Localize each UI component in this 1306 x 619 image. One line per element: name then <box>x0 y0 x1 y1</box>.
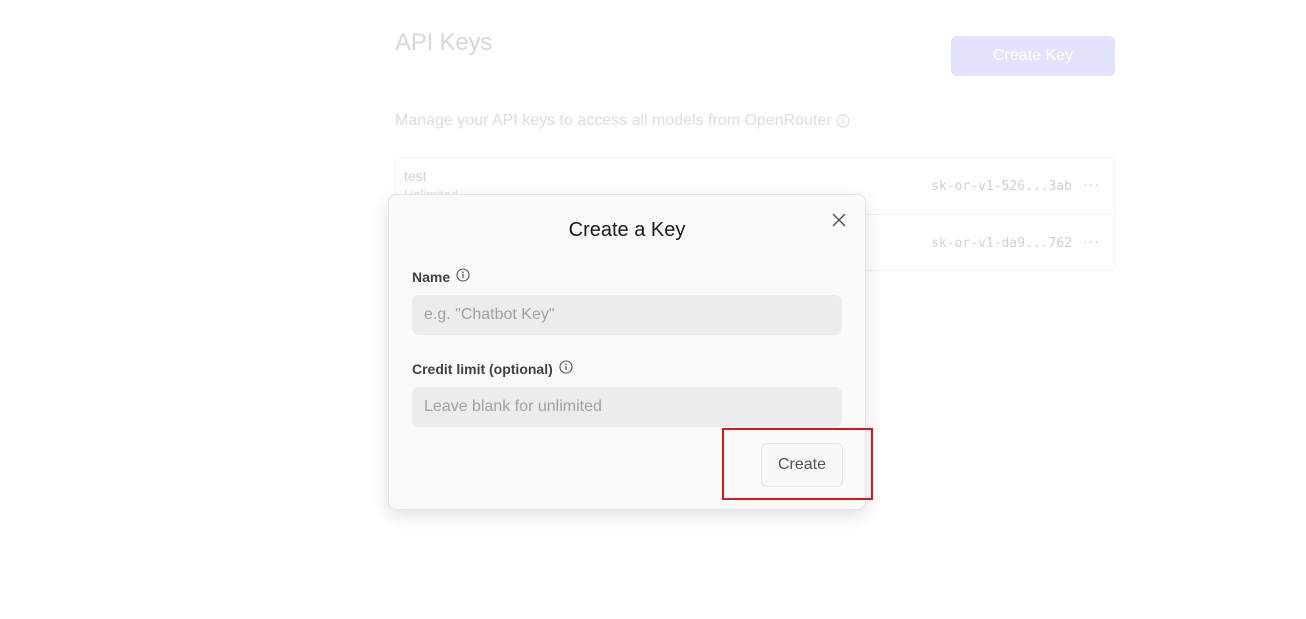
credit-limit-label: Credit limit (optional) <box>412 360 573 377</box>
create-key-dialog: Create a Key Name Credit limit (opti <box>388 194 866 510</box>
page-title: API Keys <box>395 29 493 56</box>
key-name: test <box>404 168 427 184</box>
description-text: Manage your API keys to access all model… <box>395 112 832 129</box>
close-icon[interactable] <box>832 213 846 232</box>
close-button[interactable] <box>830 213 848 231</box>
name-input[interactable] <box>412 295 842 335</box>
credit-limit-input[interactable] <box>412 387 842 427</box>
api-keys-page: API Keys Create Key Manage your API keys… <box>0 0 1306 619</box>
page-description: Manage your API keys to access all model… <box>395 112 850 130</box>
more-horizontal-icon[interactable]: ··· <box>1083 233 1100 249</box>
info-circle-icon[interactable] <box>456 268 470 285</box>
key-secret: sk-or-v1-da9...762 <box>931 236 1072 251</box>
name-label-text: Name <box>412 268 451 285</box>
dialog-title: Create a Key <box>568 219 686 241</box>
info-circle-icon[interactable] <box>836 114 850 128</box>
more-horizontal-icon[interactable]: ··· <box>1083 176 1100 192</box>
create-button[interactable]: Create <box>761 443 843 487</box>
key-secret: sk-or-v1-526...3ab <box>931 179 1072 194</box>
credit-limit-label-text: Credit limit (optional) <box>412 360 553 377</box>
info-circle-icon[interactable] <box>559 360 573 377</box>
name-label: Name <box>412 268 470 285</box>
create-key-button[interactable]: Create Key <box>951 36 1115 76</box>
